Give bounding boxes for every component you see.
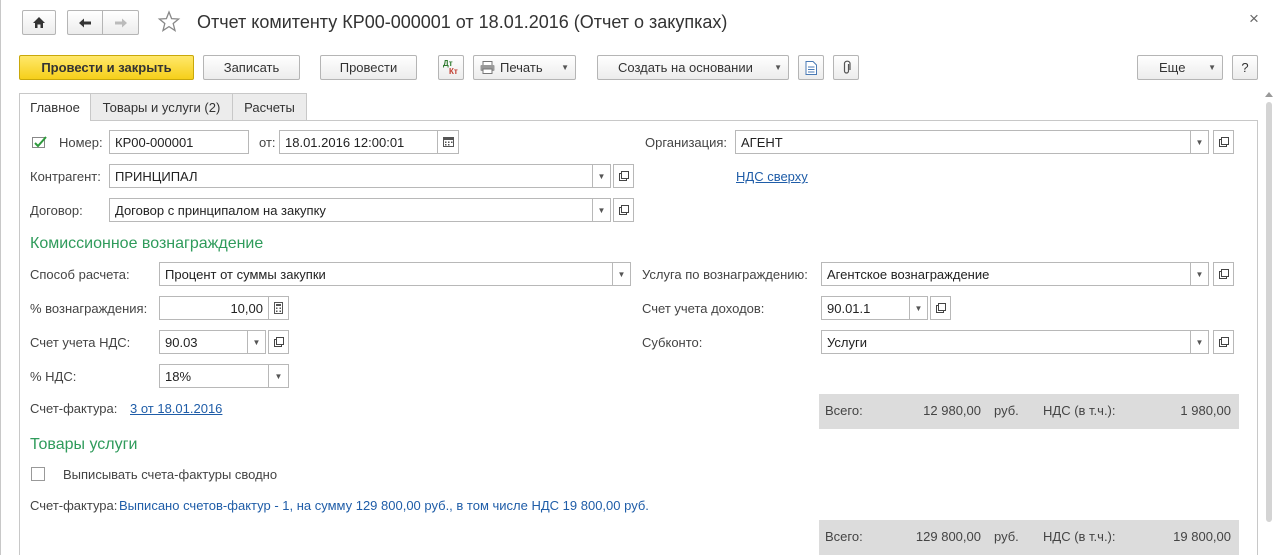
consolidated-invoice-checkbox[interactable]: [31, 467, 45, 481]
vat-rate-label: % НДС:: [30, 369, 77, 384]
document-structure-button[interactable]: [798, 55, 824, 80]
contractor-open-icon[interactable]: [613, 164, 634, 188]
arrow-left-icon: [79, 18, 91, 27]
calendar-icon: [442, 137, 454, 147]
vat-on-top-link[interactable]: НДС сверху: [736, 169, 808, 184]
organization-open-icon[interactable]: [1213, 130, 1234, 154]
home-button[interactable]: [22, 10, 56, 35]
tab-payments[interactable]: Расчеты: [232, 93, 307, 120]
tab-main[interactable]: Главное: [19, 93, 91, 121]
contract-label: Договор:: [30, 203, 83, 218]
attachments-button[interactable]: [833, 55, 859, 80]
contractor-label: Контрагент:: [30, 169, 101, 184]
income-account-label: Счет учета доходов:: [642, 301, 765, 316]
goods-currency: руб.: [994, 529, 1019, 544]
vat-account-label: Счет учета НДС:: [30, 335, 131, 350]
paperclip-icon: [843, 60, 851, 74]
chevron-down-icon: ▼: [1208, 63, 1216, 72]
commission-invoice-label: Счет-фактура:: [30, 401, 118, 416]
subconto-label: Субконто:: [642, 335, 703, 350]
forward-button[interactable]: [102, 10, 139, 35]
goods-vat-label: НДС (в т.ч.):: [1043, 529, 1116, 544]
chevron-down-icon: ▼: [774, 63, 782, 72]
more-button[interactable]: Еще ▼: [1137, 55, 1223, 80]
number-label: Номер:: [59, 135, 103, 150]
printer-icon: [480, 61, 495, 74]
calculator-button[interactable]: [268, 296, 289, 320]
percent-label: % вознаграждения:: [30, 301, 148, 316]
vertical-scrollbar[interactable]: [1263, 88, 1275, 555]
goods-total-value: 129 800,00: [915, 529, 981, 544]
commission-total-label: Всего:: [825, 403, 863, 418]
service-dropdown-icon[interactable]: ▼: [1190, 262, 1209, 286]
goods-vat-value: 19 800,00: [1173, 529, 1231, 544]
service-open-icon[interactable]: [1213, 262, 1234, 286]
vat-rate-dropdown-icon[interactable]: ▼: [268, 364, 289, 388]
number-field[interactable]: КР00-000001: [109, 130, 249, 154]
tab-goods-services[interactable]: Товары и услуги (2): [90, 93, 233, 120]
percent-field[interactable]: 10,00: [159, 296, 269, 320]
contractor-dropdown-icon[interactable]: ▼: [592, 164, 611, 188]
commission-vat-label: НДС (в т.ч.):: [1043, 403, 1116, 418]
goods-heading: Товары услуги: [30, 436, 138, 453]
service-field[interactable]: Агентское вознаграждение: [821, 262, 1191, 286]
favorite-star-icon[interactable]: [157, 10, 181, 34]
contract-dropdown-icon[interactable]: ▼: [592, 198, 611, 222]
commission-heading: Комиссионное вознаграждение: [30, 235, 264, 252]
create-based-on-button[interactable]: Создать на основании ▼: [597, 55, 789, 80]
organization-label: Организация:: [645, 135, 728, 150]
chevron-down-icon: ▼: [561, 63, 569, 72]
print-button[interactable]: Печать ▼: [473, 55, 576, 80]
goods-total-label: Всего:: [825, 529, 863, 544]
organization-field[interactable]: АГЕНТ: [735, 130, 1191, 154]
calendar-button[interactable]: [437, 130, 459, 154]
subconto-field[interactable]: Услуги: [821, 330, 1191, 354]
contractor-field[interactable]: ПРИНЦИПАЛ: [109, 164, 593, 188]
commission-vat-value: 1 980,00: [1180, 403, 1231, 418]
calc-method-field[interactable]: Процент от суммы закупки: [159, 262, 613, 286]
service-label: Услуга по вознаграждению:: [642, 267, 808, 282]
date-field[interactable]: 18.01.2016 12:00:01: [279, 130, 438, 154]
contract-open-icon[interactable]: [613, 198, 634, 222]
goods-totals-panel: Всего: 129 800,00 руб. НДС (в т.ч.): 19 …: [819, 520, 1239, 555]
subconto-open-icon[interactable]: [1213, 330, 1234, 354]
consolidated-invoice-label[interactable]: Выписывать счета-фактуры сводно: [63, 467, 277, 482]
income-account-open-icon[interactable]: [930, 296, 951, 320]
post-and-close-button[interactable]: Провести и закрыть: [19, 55, 194, 80]
vat-rate-field[interactable]: 18%: [159, 364, 269, 388]
income-account-dropdown-icon[interactable]: ▼: [909, 296, 928, 320]
vat-account-field[interactable]: 90.03: [159, 330, 248, 354]
contract-field[interactable]: Договор с принципалом на закупку: [109, 198, 593, 222]
window-title: Отчет комитенту КР00-000001 от 18.01.201…: [197, 12, 728, 32]
home-icon: [33, 17, 45, 28]
income-account-field[interactable]: 90.01.1: [821, 296, 910, 320]
back-button[interactable]: [67, 10, 103, 35]
help-button[interactable]: ?: [1232, 55, 1258, 80]
commission-totals-panel: Всего: 12 980,00 руб. НДС (в т.ч.): 1 98…: [819, 394, 1239, 429]
commission-currency: руб.: [994, 403, 1019, 418]
commission-total-value: 12 980,00: [923, 403, 981, 418]
date-label: от:: [259, 135, 276, 150]
subconto-dropdown-icon[interactable]: ▼: [1190, 330, 1209, 354]
calculator-icon: [274, 302, 283, 314]
dt-kt-icon: Дт Кт: [443, 58, 458, 76]
scrollbar-thumb[interactable]: [1266, 102, 1272, 522]
calc-method-label: Способ расчета:: [30, 267, 130, 282]
close-icon[interactable]: ×: [1249, 9, 1259, 29]
posted-status-icon: [32, 135, 48, 149]
document-window: Отчет комитенту КР00-000001 от 18.01.201…: [0, 0, 1280, 555]
arrow-right-icon: [114, 18, 127, 27]
organization-dropdown-icon[interactable]: ▼: [1190, 130, 1209, 154]
dt-kt-button[interactable]: Дт Кт: [438, 55, 464, 80]
scroll-up-icon[interactable]: [1265, 92, 1273, 97]
save-button[interactable]: Записать: [203, 55, 300, 80]
goods-invoice-label: Счет-фактура:: [30, 498, 118, 513]
calc-method-dropdown-icon[interactable]: ▼: [612, 262, 631, 286]
post-button[interactable]: Провести: [320, 55, 417, 80]
goods-invoice-text[interactable]: Выписано счетов-фактур - 1, на сумму 129…: [119, 498, 649, 513]
vat-account-dropdown-icon[interactable]: ▼: [247, 330, 266, 354]
commission-invoice-link[interactable]: 3 от 18.01.2016: [130, 401, 222, 416]
document-icon: [805, 60, 817, 75]
vat-account-open-icon[interactable]: [268, 330, 289, 354]
